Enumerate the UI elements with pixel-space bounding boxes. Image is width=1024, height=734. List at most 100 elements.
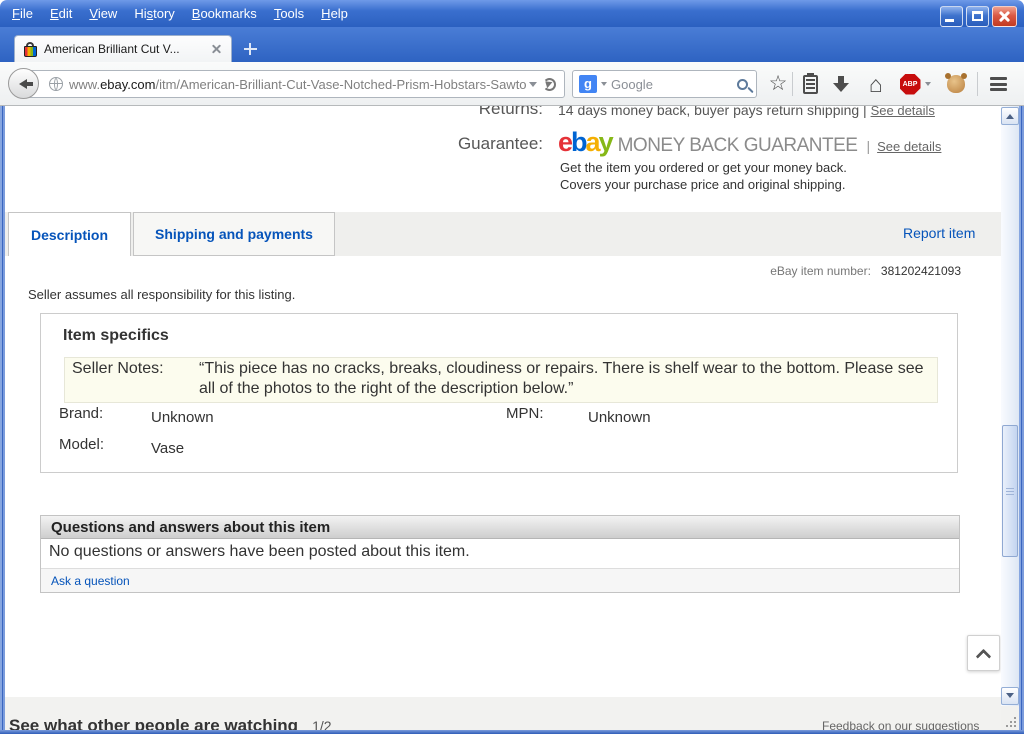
monkey-addon-icon bbox=[947, 75, 965, 93]
browser-titlebar: File Edit View History Bookmarks Tools H… bbox=[0, 0, 1024, 27]
item-specifics-title: Item specifics bbox=[63, 327, 169, 345]
page-footer-strip: See what other people are watching1/2 Fe… bbox=[5, 697, 1001, 730]
money-back-guarantee-text: MONEY BACK GUARANTEE bbox=[618, 135, 858, 157]
globe-icon bbox=[49, 77, 63, 91]
returns-see-details-link[interactable]: See details bbox=[871, 106, 935, 118]
menu-help[interactable]: Help bbox=[321, 6, 348, 21]
search-input[interactable] bbox=[611, 77, 733, 92]
home-button[interactable]: ⌂ bbox=[864, 73, 888, 95]
menu-history[interactable]: History bbox=[134, 6, 174, 21]
thumb-grip-icon bbox=[1006, 488, 1014, 489]
window-border-bottom bbox=[0, 730, 1024, 734]
scrollbar-down-button[interactable] bbox=[1001, 687, 1019, 705]
ebay-favicon-icon bbox=[23, 42, 38, 57]
browser-tab[interactable]: American Brilliant Cut V... bbox=[14, 35, 232, 62]
returns-label: Returns: bbox=[5, 106, 543, 119]
menu-edit[interactable]: Edit bbox=[50, 6, 72, 21]
tab-title: American Brilliant Cut V... bbox=[44, 42, 204, 56]
back-arrow-icon bbox=[14, 79, 27, 89]
menu-tools[interactable]: Tools bbox=[274, 6, 304, 21]
feedback-suggestions-link[interactable]: Feedback on our suggestions bbox=[822, 719, 979, 730]
url-dropdown-icon[interactable] bbox=[529, 82, 537, 91]
addon-button[interactable] bbox=[945, 73, 967, 95]
resize-corner[interactable] bbox=[1001, 706, 1019, 730]
bookmark-star-button[interactable]: ☆ bbox=[766, 73, 790, 95]
minimize-button[interactable] bbox=[940, 6, 963, 27]
bookmarks-menu-button[interactable] bbox=[799, 73, 821, 95]
report-item-link[interactable]: Report item bbox=[903, 225, 975, 241]
adblock-dropdown[interactable] bbox=[923, 73, 933, 95]
scrollbar-thumb[interactable] bbox=[1002, 425, 1018, 557]
home-icon: ⌂ bbox=[869, 73, 883, 95]
reload-button[interactable] bbox=[543, 78, 556, 91]
ebay-logo: ebay bbox=[558, 129, 612, 155]
guarantee-label: Guarantee: bbox=[5, 134, 543, 154]
guarantee-see-details-link[interactable]: See details bbox=[877, 139, 941, 154]
url-bar[interactable]: www.ebay.com/itm/American-Brilliant-Cut-… bbox=[26, 70, 565, 98]
item-number-row: eBay item number: 381202421093 bbox=[770, 264, 961, 278]
brand-value: Unknown bbox=[151, 409, 214, 426]
tab-close-icon[interactable] bbox=[210, 43, 223, 56]
menu-bookmarks[interactable]: Bookmarks bbox=[192, 6, 257, 21]
scrollbar-up-button[interactable] bbox=[1001, 107, 1019, 125]
menu-bar: File Edit View History Bookmarks Tools H… bbox=[0, 6, 348, 21]
menu-file[interactable]: File bbox=[12, 6, 33, 21]
minimize-icon bbox=[945, 19, 954, 22]
search-bar[interactable]: g bbox=[572, 70, 757, 98]
toolbar-separator bbox=[792, 72, 793, 96]
seller-notes-label: Seller Notes: bbox=[72, 360, 164, 378]
seller-notes-text: “This piece has no cracks, breaks, cloud… bbox=[199, 359, 939, 399]
star-icon: ☆ bbox=[769, 74, 788, 94]
carousel-pager: 1/2 bbox=[312, 718, 331, 730]
item-number-label: eBay item number: bbox=[770, 264, 871, 278]
model-label: Model: bbox=[59, 436, 104, 453]
tab-bar: American Brilliant Cut V... bbox=[0, 27, 1024, 62]
ask-question-link[interactable]: Ask a question bbox=[51, 574, 130, 588]
adblock-icon: ABP bbox=[900, 74, 921, 95]
guarantee-line1: Get the item you ordered or get your mon… bbox=[560, 160, 847, 175]
related-carousel-heading: See what other people are watching1/2 bbox=[9, 716, 332, 730]
maximize-button[interactable] bbox=[966, 6, 989, 27]
navigation-toolbar: www.ebay.com/itm/American-Brilliant-Cut-… bbox=[0, 62, 1024, 106]
window-border-left bbox=[0, 106, 5, 734]
google-engine-icon[interactable]: g bbox=[579, 75, 597, 93]
app-menu-button[interactable] bbox=[987, 73, 1009, 95]
close-button[interactable] bbox=[992, 6, 1017, 27]
adblock-button[interactable]: ABP bbox=[898, 73, 922, 95]
back-button[interactable] bbox=[8, 68, 39, 99]
menu-view[interactable]: View bbox=[89, 6, 117, 21]
toolbar-separator bbox=[977, 72, 978, 96]
item-specifics-box: Item specifics Seller Notes: “This piece… bbox=[40, 313, 958, 473]
questions-answers-box: Questions and answers about this item No… bbox=[40, 515, 960, 593]
seller-responsibility-text: Seller assumes all responsibility for th… bbox=[28, 287, 295, 302]
chevron-up-icon bbox=[976, 648, 992, 664]
returns-value: 14 days money back, buyer pays return sh… bbox=[558, 106, 935, 118]
qa-header: Questions and answers about this item bbox=[41, 516, 959, 539]
item-number-value: 381202421093 bbox=[881, 264, 961, 278]
scroll-to-top-button[interactable] bbox=[967, 635, 1000, 671]
seller-notes-row: Seller Notes: “This piece has no cracks,… bbox=[64, 357, 938, 403]
mpn-label: MPN: bbox=[506, 405, 544, 422]
maximize-icon bbox=[972, 11, 983, 21]
downloads-button[interactable] bbox=[831, 73, 851, 95]
listing-tab-band: Description Shipping and payments Report… bbox=[5, 212, 1001, 256]
reload-icon bbox=[540, 75, 553, 88]
resize-grip-icon bbox=[1014, 725, 1016, 727]
window-border-right bbox=[1019, 106, 1024, 734]
search-magnifier-icon[interactable] bbox=[737, 79, 748, 90]
url-text: www.ebay.com/itm/American-Brilliant-Cut-… bbox=[69, 77, 527, 92]
engine-dropdown-icon[interactable] bbox=[601, 82, 607, 89]
tab-description[interactable]: Description bbox=[8, 212, 131, 256]
triangle-down-icon bbox=[1006, 693, 1014, 702]
qa-empty-message: No questions or answers have been posted… bbox=[41, 539, 959, 569]
page-content: Returns: 14 days money back, buyer pays … bbox=[5, 106, 1001, 730]
guarantee-row: ebay MONEY BACK GUARANTEE | See details bbox=[558, 129, 941, 157]
guarantee-line2: Covers your purchase price and original … bbox=[560, 177, 845, 192]
download-arrow-icon bbox=[833, 76, 849, 93]
brand-label: Brand: bbox=[59, 405, 103, 422]
browser-scrollbar[interactable] bbox=[1001, 106, 1019, 706]
new-tab-button[interactable] bbox=[240, 40, 262, 58]
tab-shipping-payments[interactable]: Shipping and payments bbox=[133, 212, 335, 256]
clipboard-icon bbox=[803, 75, 818, 94]
triangle-up-icon bbox=[1006, 110, 1014, 119]
